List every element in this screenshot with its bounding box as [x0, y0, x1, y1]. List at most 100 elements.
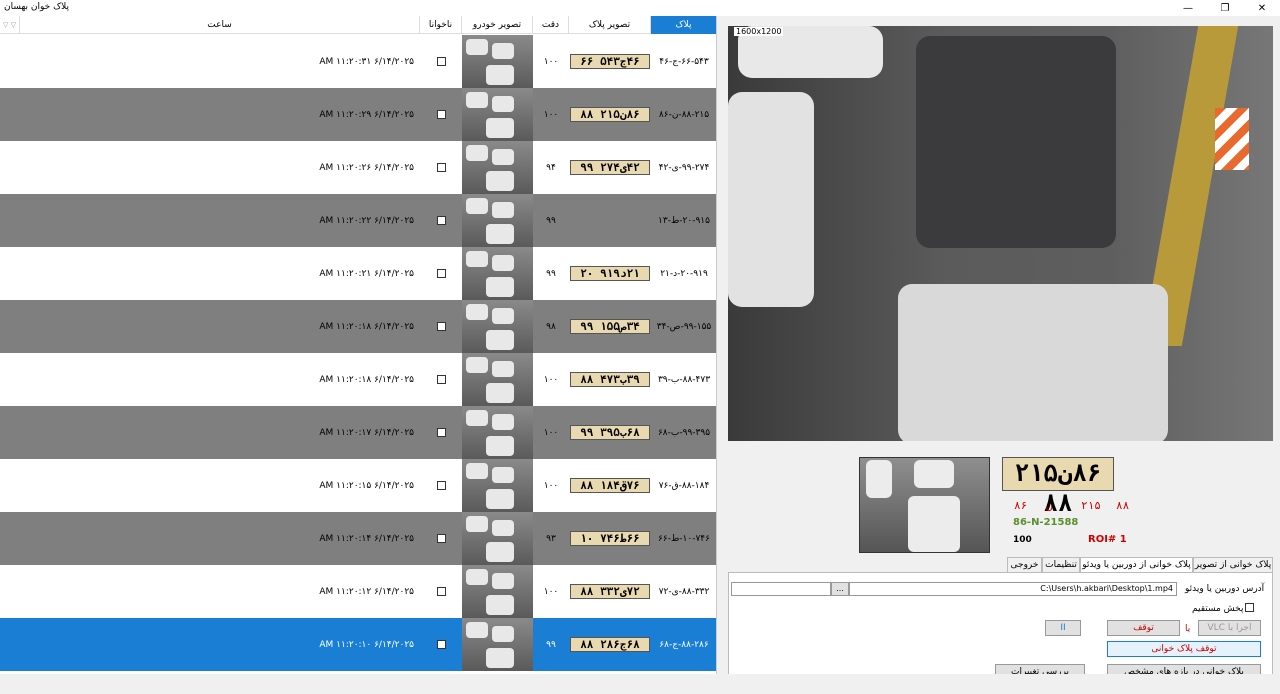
row-plate-image: ۶۶ط۷۴۶ ۱۰ [569, 512, 651, 565]
row-plate-image-text: ۶۸ب۳۹۵ ۹۹ [570, 425, 650, 440]
vlc-button[interactable]: اجرا با VLC [1198, 620, 1261, 636]
table-row[interactable]: AM ۱۱:۲۰:۱۰ ۶/۱۴/۲۰۲۵ ۹۹ ۶۸ج۲۸۶ ۸۸ ۸۸-۲۸۶-ج… [0, 618, 716, 671]
table-row[interactable]: AM ۱۱:۲۰:۱۵ ۶/۱۴/۲۰۲۵ ۱۰۰ ۷۶ق۱۸۴ ۸۸ ۸۸-۱۸۴-… [0, 459, 716, 512]
car-shape [466, 622, 488, 638]
row-alien-checkbox[interactable] [436, 375, 446, 384]
col-header-accuracy[interactable]: دقت [533, 16, 569, 34]
row-alien-cell [420, 88, 462, 141]
row-plate-image: ۸۶ن۲۱۵ ۸۸ [569, 88, 651, 141]
car-shape [466, 516, 488, 532]
row-alien-checkbox[interactable] [436, 269, 446, 278]
car-shape [492, 308, 514, 324]
car-shape [492, 43, 514, 59]
row-plate: ۹۹-۳۹۵-ب-۶۸ [657, 427, 711, 438]
row-alien-checkbox[interactable] [436, 481, 446, 490]
row-plate: ۸۸-۳۳۲-ی-۷۲ [658, 586, 710, 597]
row-alien-checkbox[interactable] [436, 110, 446, 119]
live-checkbox[interactable] [1245, 603, 1254, 612]
row-accuracy: ۱۰۰ [543, 586, 559, 597]
address-input[interactable]: C:\Users\h.akbari\Desktop\1.mp4 [849, 582, 1177, 596]
col-header-plate[interactable]: پلاک [651, 16, 716, 34]
pause-button[interactable]: II [1045, 620, 1081, 636]
row-alien-checkbox[interactable] [436, 57, 446, 66]
tab-output[interactable]: خروجی [1007, 557, 1042, 573]
table-row[interactable]: AM ۱۱:۲۰:۱۲ ۶/۱۴/۲۰۲۵ ۱۰۰ ۷۲ی۳۳۲ ۸۸ ۸۸-۳۳۲-… [0, 565, 716, 618]
secondary-input[interactable] [731, 582, 831, 596]
table-row[interactable]: AM ۱۱:۲۰:۲۹ ۶/۱۴/۲۰۲۵ ۱۰۰ ۸۶ن۲۱۵ ۸۸ ۸۸-۲۱۵-… [0, 88, 716, 141]
row-time: AM ۱۱:۲۰:۱۵ ۶/۱۴/۲۰۲۵ [319, 480, 414, 491]
car-shape [486, 648, 514, 668]
row-alien-cell [420, 35, 462, 88]
row-alien-checkbox[interactable] [436, 163, 446, 172]
car-shape [466, 463, 488, 479]
col-header-alien[interactable]: ناخوانا [420, 16, 462, 34]
row-plate-image: ۶۸ب۳۹۵ ۹۹ [569, 406, 651, 459]
maximize-button[interactable]: ❐ [1207, 0, 1243, 16]
car-shape [908, 496, 960, 552]
col-header-time[interactable]: ساعت [20, 16, 420, 34]
row-time: AM ۱۱:۲۰:۲۱ ۶/۱۴/۲۰۲۵ [319, 268, 414, 279]
car-shape [486, 171, 514, 191]
row-car-image [462, 618, 533, 671]
row-alien-checkbox[interactable] [436, 587, 446, 596]
row-accuracy: ۹۳ [546, 533, 556, 544]
row-plate-image-text: ۸۶ن۲۱۵ ۸۸ [570, 107, 650, 122]
tab-settings[interactable]: تنظیمات [1042, 557, 1080, 573]
grid-corner[interactable]: ▽ ▽ [0, 16, 20, 34]
stop-reading-button[interactable]: توقف پلاک خوانی [1107, 641, 1261, 657]
row-plate-image-text: ۴۲ی۲۷۴ ۹۹ [570, 160, 650, 175]
tab-read-from-image[interactable]: پلاک خوانی از تصویر [1193, 557, 1273, 573]
table-row[interactable]: AM ۱۱:۲۰:۳۱ ۶/۱۴/۲۰۲۵ ۱۰۰ ۴۶ج۵۴۳ ۶۶ ۶۶-۵۴۳-… [0, 35, 716, 88]
row-plate: ۱۰-۷۴۶-ط-۶۶ [658, 533, 710, 544]
car-shape [486, 542, 514, 562]
row-alien-checkbox[interactable] [436, 428, 446, 437]
browse-button[interactable]: ... [831, 582, 849, 596]
row-alien-checkbox[interactable] [436, 534, 446, 543]
row-time: AM ۱۱:۲۰:۱۸ ۶/۱۴/۲۰۲۵ [319, 321, 414, 332]
plate-segment-2: ن [1046, 499, 1053, 512]
resolution-label: 1600x1200 [734, 27, 784, 36]
table-row[interactable]: AM ۱۱:۲۰:۲۶ ۶/۱۴/۲۰۲۵ ۹۴ ۴۲ی۲۷۴ ۹۹ ۹۹-۲۷۴-ی… [0, 141, 716, 194]
stop-button[interactable]: توقف [1107, 620, 1180, 636]
col-header-car-image[interactable]: تصویر خودرو [462, 16, 533, 34]
plate-zoom-image: ۸۶ن۲۱۵ ۸۸ [1002, 457, 1114, 517]
table-row[interactable]: AM ۱۱:۲۰:۲۱ ۶/۱۴/۲۰۲۵ ۹۹ ۲۱د۹۱۹ ۲۰ ۲۰-۹۱۹-د… [0, 247, 716, 300]
row-plate-image: ۷۲ی۳۳۲ ۸۸ [569, 565, 651, 618]
row-alien-checkbox[interactable] [436, 216, 446, 225]
row-accuracy: ۱۰۰ [543, 374, 559, 385]
car-shape [914, 460, 954, 488]
row-alien-cell [420, 353, 462, 406]
row-accuracy: ۱۰۰ [543, 480, 559, 491]
table-row[interactable]: AM ۱۱:۲۰:۱۸ ۶/۱۴/۲۰۲۵ ۱۰۰ ۳۹ب۴۷۳ ۸۸ ۸۸-۴۷۳-… [0, 353, 716, 406]
row-plate: ۶۶-۵۴۳-ج-۴۶ [659, 56, 709, 67]
chevron-sign [1215, 108, 1249, 170]
row-plate: ۸۸-۴۷۳-ب-۳۹ [657, 374, 711, 385]
row-alien-checkbox[interactable] [436, 640, 446, 649]
car-shape [486, 118, 514, 138]
col-header-plate-image[interactable]: تصویر پلاک [569, 16, 651, 34]
table-row[interactable]: AM ۱۱:۲۰:۲۲ ۶/۱۴/۲۰۲۵ ۹۹ ۲۰-۹۱۵-ط-۱۳ [0, 194, 716, 247]
row-accuracy: ۱۰۰ [543, 109, 559, 120]
table-row[interactable]: AM ۱۱:۲۰:۱۴ ۶/۱۴/۲۰۲۵ ۹۳ ۶۶ط۷۴۶ ۱۰ ۱۰-۷۴۶-ط… [0, 512, 716, 565]
recognition-score: 100 [1013, 535, 1032, 545]
plates-grid[interactable]: ▽ ▽ ساعت ناخوانا تصویر خودرو دقت تصویر پ… [0, 16, 717, 674]
car-shape [492, 573, 514, 589]
row-plate-image: ۶۸ج۲۸۶ ۸۸ [569, 618, 651, 671]
row-plate: ۲۰-۹۱۹-د-۲۱ [660, 268, 708, 279]
car-shape [486, 489, 514, 509]
row-alien-checkbox[interactable] [436, 322, 446, 331]
table-row[interactable]: AM ۱۱:۲۰:۱۸ ۶/۱۴/۲۰۲۵ ۹۸ ۳۴ص۱۵۵ ۹۹ ۹۹-۱۵۵-ص… [0, 300, 716, 353]
car-shape [492, 626, 514, 642]
car-shape [466, 198, 488, 214]
car-shape [486, 436, 514, 456]
car-shape [466, 145, 488, 161]
row-plate: ۲۰-۹۱۵-ط-۱۳ [658, 215, 710, 226]
row-time: AM ۱۱:۲۰:۱۰ ۶/۱۴/۲۰۲۵ [319, 639, 414, 650]
car-shape [898, 284, 1168, 441]
table-row[interactable]: AM ۱۱:۲۰:۱۷ ۶/۱۴/۲۰۲۵ ۱۰۰ ۶۸ب۳۹۵ ۹۹ ۹۹-۳۹۵-… [0, 406, 716, 459]
plate-segment-3: ۲۱۵ [1081, 499, 1101, 512]
row-plate-image-text: ۶۶ط۷۴۶ ۱۰ [570, 531, 650, 546]
minimize-button[interactable]: — [1170, 0, 1206, 16]
close-button[interactable]: ✕ [1244, 0, 1280, 16]
camera-frame[interactable] [728, 26, 1273, 441]
